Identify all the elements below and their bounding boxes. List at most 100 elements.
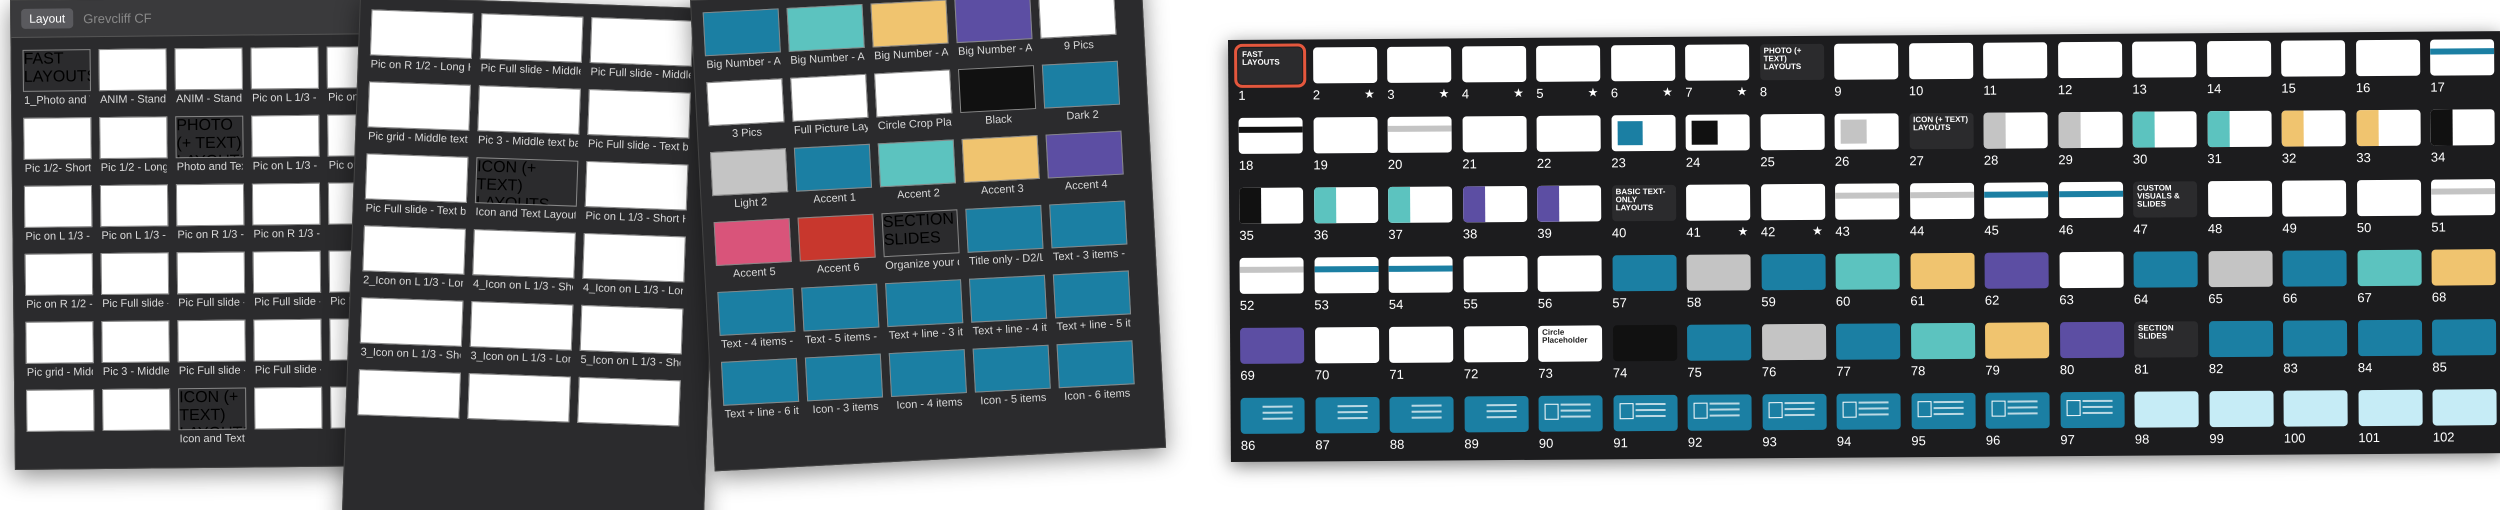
slide-thumbnail-73[interactable]: Circle Placeholder 73 <box>1538 325 1608 381</box>
layout-option[interactable]: 3_Icon on L 1/3 - Long Headline <box>469 301 574 367</box>
slide-thumbnail-8[interactable]: PHOTO (+ TEXT) LAYOUTS 8 <box>1759 43 1830 100</box>
slide-thumbnail-45[interactable]: 45 <box>1984 182 2054 238</box>
slide-thumbnail-80[interactable]: 80 <box>2059 321 2129 378</box>
slide-thumbnail-74[interactable]: 74 <box>1612 324 1683 381</box>
slide-thumbnail-37[interactable]: 37 <box>1388 186 1458 242</box>
layout-option[interactable]: Black <box>957 65 1037 129</box>
slide-thumbnail-56[interactable]: 56 <box>1537 255 1608 311</box>
layout-option[interactable]: Icon - 6 items <box>1056 340 1135 404</box>
slide-thumbnail-29[interactable]: 29 <box>2058 111 2128 168</box>
layout-option[interactable]: Pic Full slide - Text block - D2/L1 <box>177 319 246 379</box>
slide-thumbnail-71[interactable]: 71 <box>1389 326 1459 382</box>
layout-option[interactable]: Accent 3 <box>961 134 1040 199</box>
slide-thumbnail-10[interactable]: 10 <box>1908 42 1979 99</box>
layout-option[interactable]: Big Number - A1/D1 <box>702 8 781 72</box>
slide-thumbnail-78[interactable]: 78 <box>1910 322 1980 379</box>
slide-thumbnail-58[interactable]: 58 <box>1686 254 1757 310</box>
layout-option[interactable]: SECTION SLIDES Organize your deck >> <box>881 209 960 273</box>
layout-option[interactable]: Text - 3 items - D2/L1 <box>1049 200 1128 265</box>
slide-thumbnail-31[interactable]: 31 <box>2207 110 2277 167</box>
slide-thumbnail-41[interactable]: 41 ★ <box>1686 184 1756 240</box>
slide-thumbnail-6[interactable]: 6 ★ <box>1610 44 1681 101</box>
layout-option[interactable]: Text + line - 5 items - D2/L1 <box>1052 270 1132 334</box>
slide-thumbnail-89[interactable]: 89 <box>1463 395 1534 452</box>
slide-thumbnail-4[interactable]: 4 ★ <box>1461 45 1532 102</box>
slide-thumbnail-91[interactable]: 91 <box>1612 394 1683 451</box>
layout-option[interactable]: Pic on L 1/3 - Short Headline <box>23 185 93 244</box>
slide-thumbnail-66[interactable]: 66 <box>2282 250 2352 306</box>
slide-thumbnail-59[interactable]: 59 <box>1761 253 1831 310</box>
slide-thumbnail-42[interactable]: 42 ★ <box>1760 183 1831 240</box>
slide-thumbnail-23[interactable]: 23 <box>1611 114 1681 171</box>
slide-thumbnail-11[interactable]: 11 <box>1983 42 2053 98</box>
slide-thumbnail-43[interactable]: 43 <box>1835 183 1905 239</box>
layout-option[interactable]: Pic on L 1/3 - Short Headline <box>251 114 320 174</box>
slide-thumbnail-21[interactable]: 21 <box>1462 115 1532 172</box>
slide-thumbnail-76[interactable]: 76 <box>1761 323 1831 380</box>
layout-option[interactable]: ICON (+ TEXT) LAYOUTSIcon and Text Layou… <box>178 387 247 447</box>
slide-thumbnail-69[interactable]: 69 <box>1240 327 1310 383</box>
slide-thumbnail-17[interactable]: 17 <box>2430 39 2500 95</box>
slide-thumbnail-50[interactable]: 50 <box>2356 179 2427 236</box>
slide-thumbnail-95[interactable]: 95 <box>1910 392 1981 449</box>
layout-option[interactable]: 4_Icon on L 1/3 - Long Headline <box>582 232 686 298</box>
layout-option[interactable]: Pic grid - Middle text bar - L2/D1 <box>25 321 94 380</box>
slide-thumbnail-94[interactable]: 94 <box>1836 393 1906 449</box>
slide-thumbnail-27[interactable]: ICON (+ TEXT) LAYOUTS 27 <box>1909 112 1979 169</box>
layout-option[interactable]: Pic on L 1/3 - Short Headline <box>584 161 689 226</box>
layout-option[interactable]: Pic grid - Middle text bar - L2/D1 <box>367 81 471 147</box>
slide-thumbnail-63[interactable]: 63 <box>2059 251 2129 308</box>
slide-thumbnail-52[interactable]: 52 <box>1239 257 1310 313</box>
slide-thumbnail-30[interactable]: 30 <box>2132 111 2203 167</box>
slide-thumbnail-85[interactable]: 85 <box>2431 319 2500 375</box>
layout-option[interactable]: Full Picture Layout <box>790 73 869 138</box>
slide-thumbnail-2[interactable]: 2 ★ <box>1312 46 1383 103</box>
layout-option[interactable]: 3_Icon on L 1/3 - Short Headline <box>359 297 464 363</box>
layout-option[interactable]: Accent 6 <box>797 213 876 278</box>
layout-option[interactable]: Text + line - 3 items - D2/L1 <box>885 279 964 343</box>
slide-thumbnail-18[interactable]: 18 <box>1238 117 1309 173</box>
slide-thumbnail-87[interactable]: 87 <box>1314 396 1385 453</box>
slide-thumbnail-82[interactable]: 82 <box>2208 320 2278 377</box>
slide-thumbnail-3[interactable]: 3 ★ <box>1387 46 1457 102</box>
layout-option[interactable]: 9 Pics <box>1038 0 1117 55</box>
layout-option[interactable]: Accent 2 <box>877 139 956 203</box>
slide-thumbnail-20[interactable]: 20 <box>1387 116 1458 172</box>
slide-thumbnail-15[interactable]: 15 <box>2281 40 2351 96</box>
layout-option[interactable] <box>577 376 681 429</box>
layout-option[interactable]: Big Number - A4/L1 <box>954 0 1033 59</box>
layout-option[interactable]: Pic 1/2- Short Headline - ANIM <box>23 117 92 176</box>
slide-thumbnail-36[interactable]: 36 <box>1313 186 1384 243</box>
slide-thumbnail-70[interactable]: 70 <box>1314 326 1385 383</box>
slide-thumbnail-34[interactable]: 34 <box>2430 109 2500 165</box>
slide-thumbnail-26[interactable]: 26 <box>1834 113 1905 169</box>
slide-thumbnail-96[interactable]: 96 <box>1985 392 2055 448</box>
layout-option[interactable]: Pic on L 1/3 - Short Headline - ANIM <box>250 46 319 106</box>
layout-option[interactable]: 5_Icon on L 1/3 - Short Headline <box>579 304 684 370</box>
slide-thumbnail-102[interactable]: 102 <box>2432 389 2500 445</box>
layout-option[interactable]: 3 Pics <box>706 78 785 142</box>
slide-thumbnail-77[interactable]: 77 <box>1835 323 1906 379</box>
slide-thumbnail-68[interactable]: 68 <box>2431 249 2500 305</box>
layout-option[interactable]: Pic Full slide - Middle text bar - D1/1 <box>100 252 170 311</box>
slide-thumbnail-100[interactable]: 100 <box>2283 390 2353 446</box>
layout-option[interactable]: FAST LAYOUTS 1_Photo and Text Layouts >> <box>22 49 91 108</box>
layout-option[interactable]: Pic on R 1/3 - Long Headline <box>251 182 321 242</box>
slide-thumbnail-38[interactable]: 38 <box>1462 185 1533 242</box>
layout-option[interactable]: Pic 3 - Middle text bar - L2/D1 <box>101 320 170 379</box>
slide-thumbnail-32[interactable]: 32 <box>2281 110 2352 166</box>
layout-option[interactable]: Pic on L 1/3 - Long Headline <box>99 184 169 243</box>
slide-thumbnail-5[interactable]: 5 ★ <box>1536 45 1606 101</box>
slide-thumbnail-62[interactable]: 62 <box>1984 252 2055 308</box>
slide-thumbnail-53[interactable]: 53 <box>1314 256 1384 313</box>
slide-thumbnail-48[interactable]: 48 <box>2207 180 2278 237</box>
layout-option[interactable]: Dark 2 <box>1041 60 1121 125</box>
layout-option[interactable]: Accent 1 <box>793 143 873 208</box>
slide-thumbnail-84[interactable]: 84 <box>2357 319 2427 376</box>
slide-thumbnail-65[interactable]: 65 <box>2207 250 2278 307</box>
layout-option[interactable]: Pic on R 1/3 - Short Headline <box>175 183 245 243</box>
slide-thumbnail-67[interactable]: 67 <box>2356 249 2427 306</box>
layout-option[interactable]: Pic Full slide - Text block - D2/L1 <box>587 89 691 155</box>
layout-option[interactable]: Accent 4 <box>1045 130 1124 195</box>
layout-option[interactable]: Text - 4 items - D2/L1 <box>717 287 796 352</box>
